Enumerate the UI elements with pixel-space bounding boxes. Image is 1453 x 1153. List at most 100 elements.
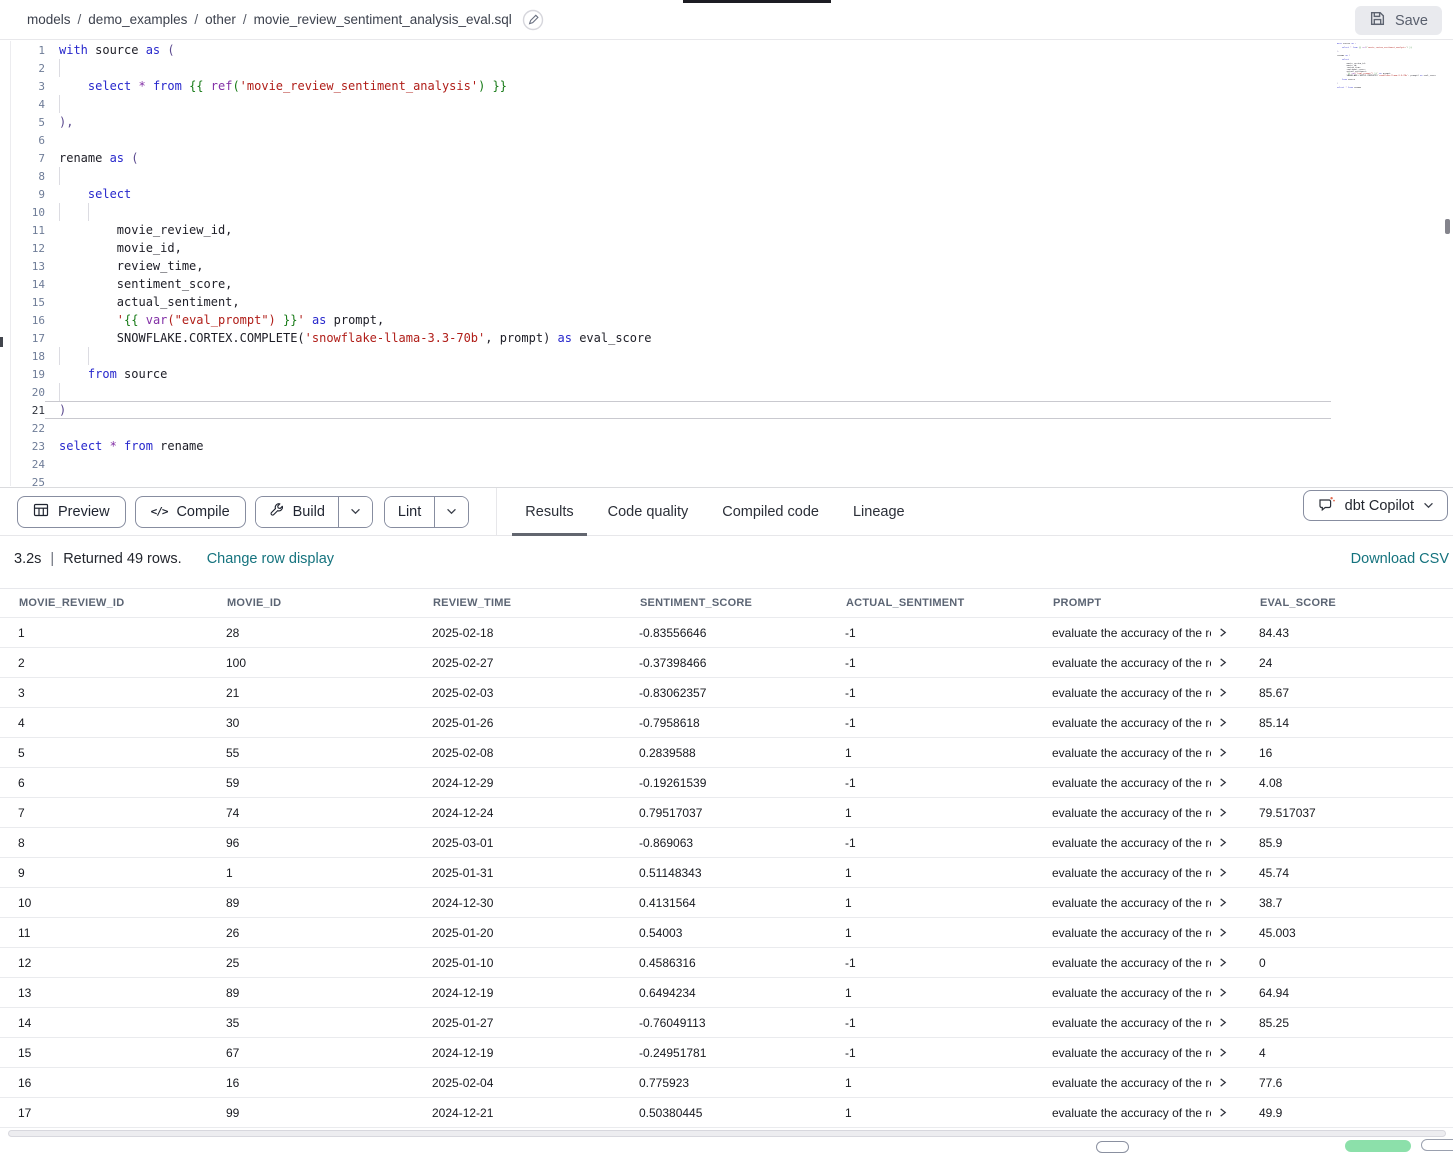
code-line[interactable]: 2 [11, 59, 1453, 77]
column-header-movie_review_id[interactable]: MOVIE_REVIEW_ID [0, 597, 208, 609]
lint-dropdown-button[interactable] [434, 497, 468, 527]
code-line[interactable]: 8 [11, 167, 1453, 185]
breadcrumb-segment[interactable]: demo_examples [88, 12, 187, 27]
prompt-cell[interactable]: evaluate the accuracy of the res… [1034, 1076, 1241, 1090]
tab-compiled-code[interactable]: Compiled code [705, 487, 836, 536]
minimap[interactable]: with source as ( select * from {{ ref('m… [1337, 43, 1441, 97]
prompt-cell[interactable]: evaluate the accuracy of the res… [1034, 1016, 1241, 1030]
prompt-cell[interactable]: evaluate the accuracy of the res… [1034, 896, 1241, 910]
code-line[interactable]: 15 actual_sentiment, [11, 293, 1453, 311]
prompt-cell[interactable]: evaluate the accuracy of the res… [1034, 836, 1241, 850]
expand-cell-icon[interactable] [1217, 867, 1228, 878]
code-line[interactable]: 13 review_time, [11, 257, 1453, 275]
download-csv-link[interactable]: Download CSV [1351, 551, 1449, 567]
prompt-cell[interactable]: evaluate the accuracy of the res… [1034, 626, 1241, 640]
code-line[interactable]: 17 SNOWFLAKE.CORTEX.COMPLETE('snowflake-… [11, 329, 1453, 347]
expand-cell-icon[interactable] [1217, 1047, 1228, 1058]
file-status-icon[interactable] [522, 9, 544, 31]
code-editor[interactable]: 1with source as (23 select * from {{ ref… [10, 41, 1453, 486]
code-line[interactable]: 4 [11, 95, 1453, 113]
breadcrumb-segment[interactable]: movie_review_sentiment_analysis_eval.sql [254, 12, 512, 27]
cutoff-footer-button[interactable] [1096, 1141, 1129, 1153]
breadcrumb-segment[interactable]: other [205, 12, 236, 27]
expand-cell-icon[interactable] [1217, 687, 1228, 698]
tab-results[interactable]: Results [508, 487, 590, 536]
preview-button[interactable]: Preview [17, 496, 126, 528]
prompt-cell[interactable]: evaluate the accuracy of the res… [1034, 1106, 1241, 1120]
code-line[interactable]: 25 [11, 473, 1453, 486]
code-line[interactable]: 11 movie_review_id, [11, 221, 1453, 239]
horizontal-scrollbar-thumb[interactable] [8, 1130, 1446, 1137]
code-line[interactable]: 23select * from rename [11, 437, 1453, 455]
expand-cell-icon[interactable] [1217, 717, 1228, 728]
cutoff-green-button[interactable] [1345, 1140, 1411, 1152]
column-header-actual_sentiment[interactable]: ACTUAL_SENTIMENT [827, 597, 1034, 609]
prompt-preview-text: evaluate the accuracy of the res… [1052, 1046, 1211, 1060]
prompt-cell[interactable]: evaluate the accuracy of the res… [1034, 746, 1241, 760]
expand-cell-icon[interactable] [1217, 777, 1228, 788]
code-line[interactable]: 20 [11, 383, 1453, 401]
compile-button[interactable]: </> Compile [135, 496, 246, 528]
prompt-cell[interactable]: evaluate the accuracy of the res… [1034, 776, 1241, 790]
column-header-sentiment_score[interactable]: SENTIMENT_SCORE [621, 597, 827, 609]
build-dropdown-button[interactable] [338, 497, 372, 527]
line-number: 3 [11, 78, 45, 96]
cutoff-footer-button-2[interactable] [1421, 1139, 1453, 1151]
editor-scrollbar-thumb[interactable] [1445, 219, 1450, 234]
prompt-cell[interactable]: evaluate the accuracy of the res… [1034, 986, 1241, 1000]
lint-button[interactable]: Lint [385, 497, 434, 527]
code-line[interactable]: 10 [11, 203, 1453, 221]
column-header-review_time[interactable]: REVIEW_TIME [414, 597, 621, 609]
prompt-cell[interactable]: evaluate the accuracy of the res… [1034, 686, 1241, 700]
expand-cell-icon[interactable] [1217, 1017, 1228, 1028]
tab-code-quality[interactable]: Code quality [591, 487, 706, 536]
expand-cell-icon[interactable] [1217, 837, 1228, 848]
eval-score-cell: 79.517037 [1241, 806, 1453, 820]
prompt-cell[interactable]: evaluate the accuracy of the res… [1034, 806, 1241, 820]
code-line[interactable]: 19 from source [11, 365, 1453, 383]
expand-cell-icon[interactable] [1217, 1077, 1228, 1088]
line-number: 13 [11, 258, 45, 276]
code-line[interactable]: 14 sentiment_score, [11, 275, 1453, 293]
code-line[interactable]: 3 select * from {{ ref('movie_review_sen… [11, 77, 1453, 95]
dbt-copilot-button[interactable]: dbt Copilot [1303, 490, 1448, 521]
column-header-eval_score[interactable]: EVAL_SCORE [1241, 597, 1453, 609]
code-line[interactable]: 5), [11, 113, 1453, 131]
code-line[interactable]: 9 select [11, 185, 1453, 203]
table-cell: 2024-12-30 [414, 896, 621, 910]
code-line[interactable]: 22 [11, 419, 1453, 437]
expand-cell-icon[interactable] [1217, 627, 1228, 638]
prompt-cell[interactable]: evaluate the accuracy of the res… [1034, 926, 1241, 940]
code-line[interactable]: 1with source as ( [11, 41, 1453, 59]
table-cell: 16 [0, 1076, 208, 1090]
line-number: 24 [11, 456, 45, 474]
expand-cell-icon[interactable] [1217, 1107, 1228, 1118]
code-line[interactable]: 7rename as ( [11, 149, 1453, 167]
expand-cell-icon[interactable] [1217, 927, 1228, 938]
prompt-cell[interactable]: evaluate the accuracy of the res… [1034, 866, 1241, 880]
expand-cell-icon[interactable] [1217, 807, 1228, 818]
expand-cell-icon[interactable] [1217, 747, 1228, 758]
code-line[interactable]: 18 [11, 347, 1453, 365]
code-line[interactable]: 16 '{{ var("eval_prompt") }}' as prompt, [11, 311, 1453, 329]
expand-cell-icon[interactable] [1217, 987, 1228, 998]
column-header-prompt[interactable]: PROMPT [1034, 597, 1241, 609]
column-header-movie_id[interactable]: MOVIE_ID [208, 597, 414, 609]
code-line[interactable]: 21) [11, 401, 1453, 419]
save-button[interactable]: Save [1355, 6, 1442, 35]
code-line[interactable]: 12 movie_id, [11, 239, 1453, 257]
code-line[interactable]: 6 [11, 131, 1453, 149]
expand-cell-icon[interactable] [1217, 957, 1228, 968]
prompt-cell[interactable]: evaluate the accuracy of the res… [1034, 716, 1241, 730]
change-row-display-link[interactable]: Change row display [207, 551, 334, 567]
build-button[interactable]: Build [256, 497, 338, 527]
expand-cell-icon[interactable] [1217, 657, 1228, 668]
prompt-cell[interactable]: evaluate the accuracy of the res… [1034, 1046, 1241, 1060]
code-line[interactable]: 24 [11, 455, 1453, 473]
breadcrumb-segment[interactable]: models [27, 12, 71, 27]
prompt-cell[interactable]: evaluate the accuracy of the res… [1034, 956, 1241, 970]
prompt-cell[interactable]: evaluate the accuracy of the res… [1034, 656, 1241, 670]
tab-lineage[interactable]: Lineage [836, 487, 922, 536]
expand-cell-icon[interactable] [1217, 897, 1228, 908]
table-cell: 0.4586316 [621, 956, 827, 970]
